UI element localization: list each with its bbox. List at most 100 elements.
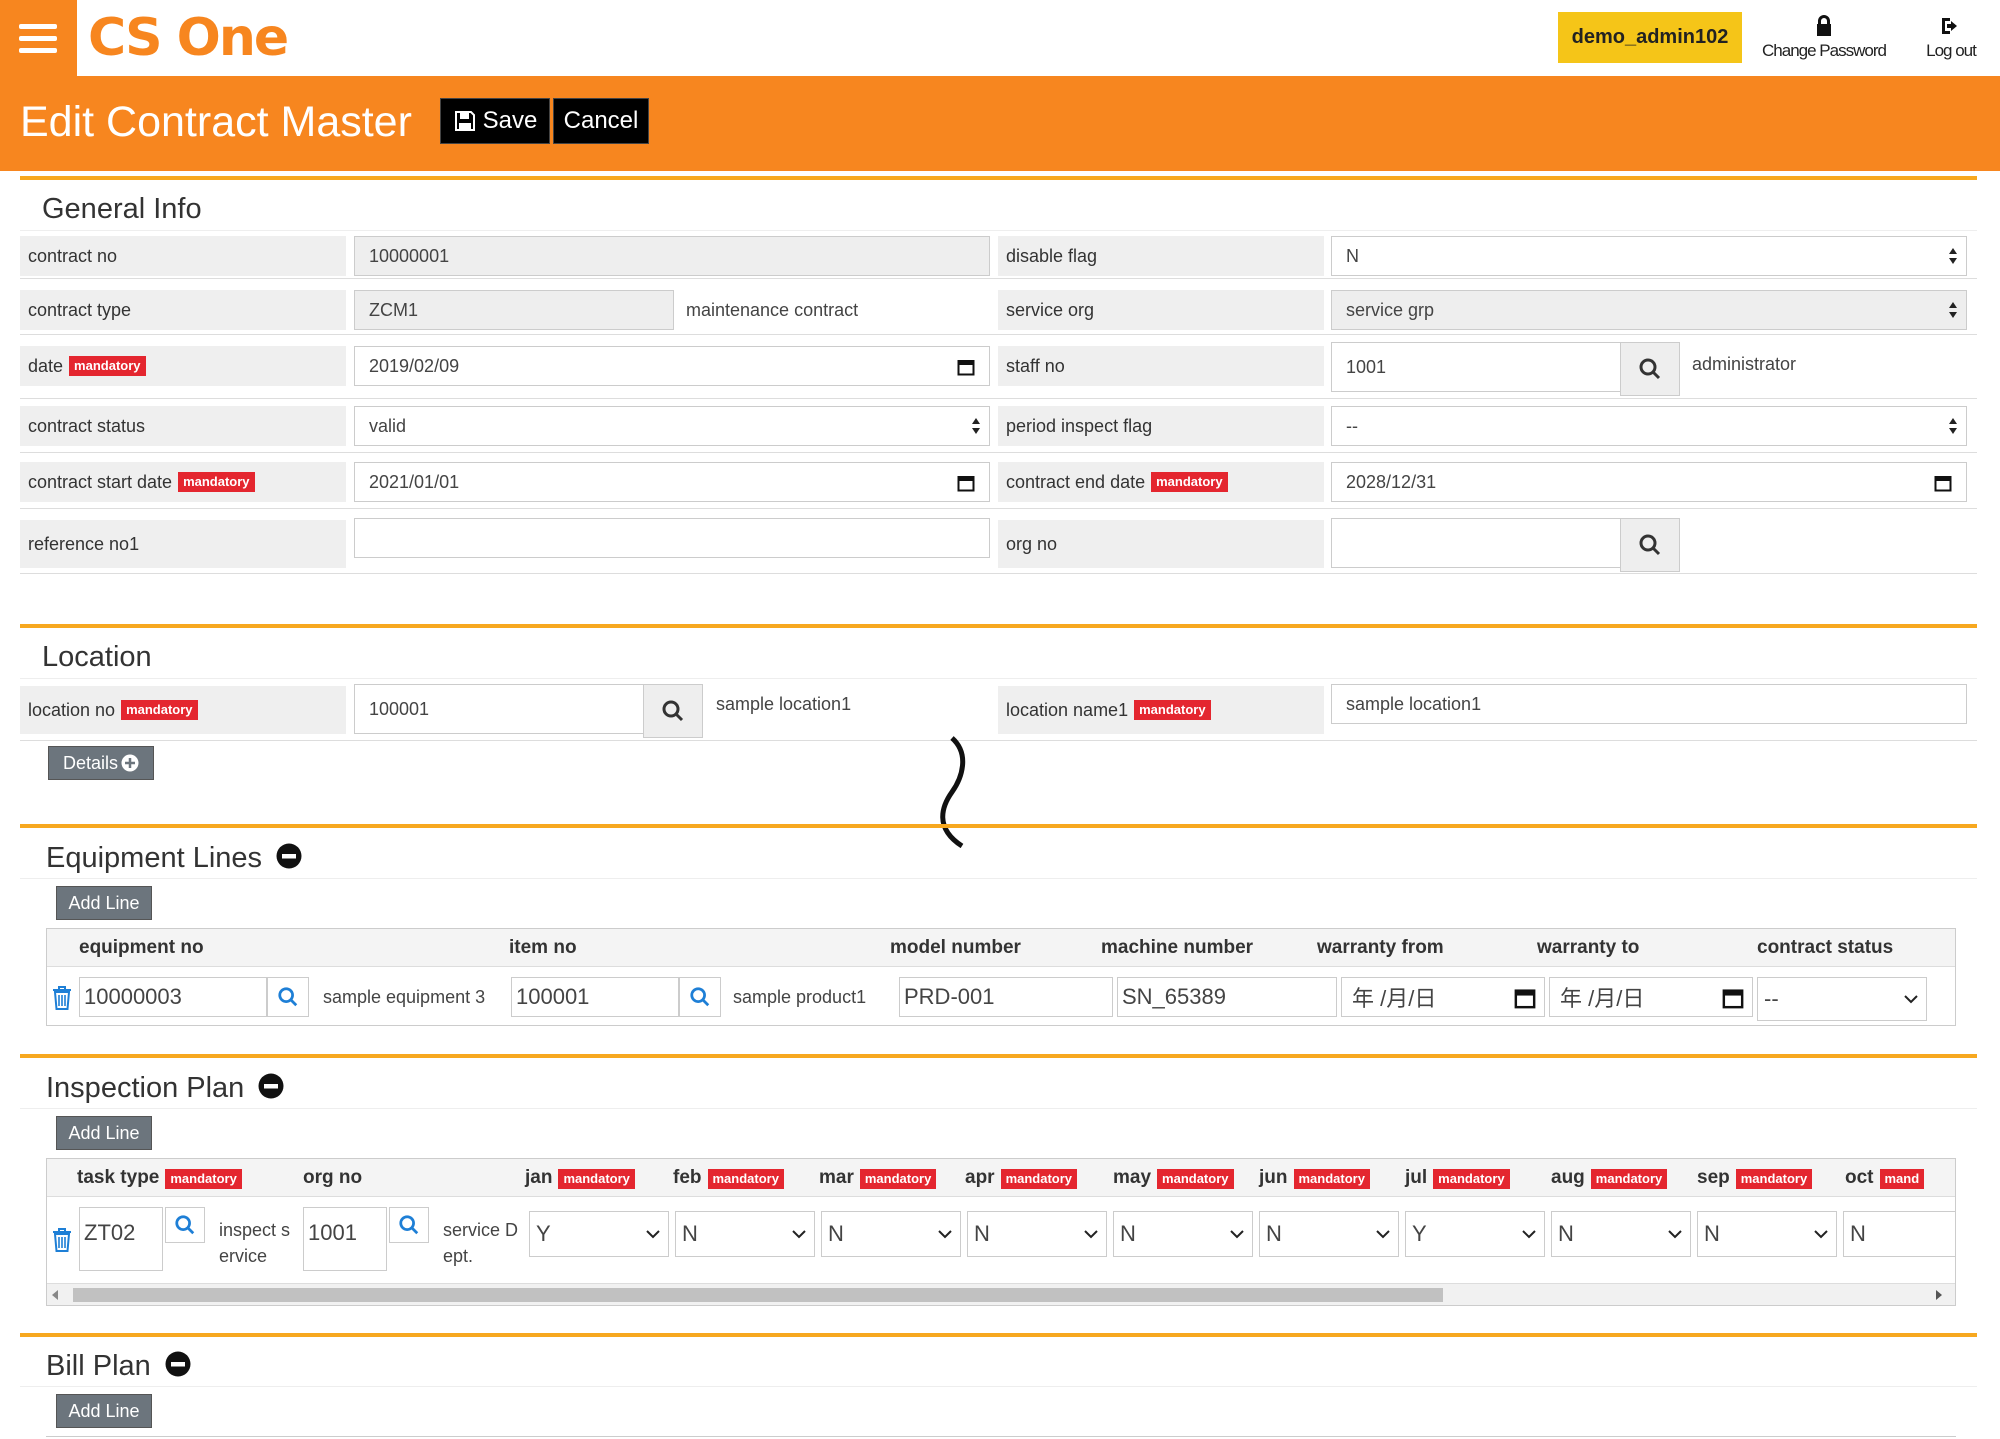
th-model-number: model number xyxy=(890,937,1021,958)
mandatory-tag: mandatory xyxy=(121,700,198,720)
label-contract-end-date-text: contract end date xyxy=(1006,471,1146,492)
staff-no-field[interactable]: 1001 xyxy=(1331,342,1621,392)
bill-table-top xyxy=(46,1436,1956,1437)
section-underline xyxy=(20,878,1977,879)
service-org-select[interactable]: service grp xyxy=(1331,290,1967,330)
change-password-button[interactable]: Change Password xyxy=(1762,14,1887,61)
logout-button[interactable]: Log out xyxy=(1916,14,1986,61)
th-equipment-no: equipment no xyxy=(79,937,204,958)
inspection-org-search-button[interactable] xyxy=(389,1207,429,1243)
section-title-bill: Bill Plan xyxy=(46,1350,191,1383)
location-no-field[interactable]: 100001 xyxy=(354,684,644,734)
equipment-add-line-button[interactable]: Add Line xyxy=(56,886,152,920)
th-may: may mandatory xyxy=(1113,1167,1234,1189)
section-divider xyxy=(20,1333,1977,1337)
menu-icon[interactable] xyxy=(0,0,77,76)
equipment-no-input[interactable]: 10000003 xyxy=(79,977,267,1017)
trash-icon[interactable] xyxy=(51,985,73,1011)
save-button[interactable]: Save xyxy=(440,98,550,144)
collapse-icon[interactable] xyxy=(258,1073,284,1099)
calendar-icon[interactable] xyxy=(1722,987,1744,1009)
date-field[interactable]: 2019/02/09 xyxy=(354,346,990,386)
cancel-button[interactable]: Cancel xyxy=(553,98,649,144)
contract-type-field[interactable]: ZCM1 xyxy=(354,290,674,330)
month-select-jun[interactable]: N xyxy=(1259,1211,1399,1257)
updown-caret-icon xyxy=(1949,418,1957,434)
period-inspect-flag-select[interactable]: -- xyxy=(1331,406,1967,446)
contract-status-value: valid xyxy=(369,415,407,436)
scroll-right-icon[interactable] xyxy=(1935,1290,1943,1300)
calendar-icon[interactable] xyxy=(957,358,975,376)
warranty-to-input[interactable]: 年 /月/日 xyxy=(1549,977,1753,1017)
scrollbar-thumb[interactable] xyxy=(73,1288,1443,1302)
org-no-field[interactable] xyxy=(1331,518,1621,568)
staff-search-button[interactable] xyxy=(1620,342,1680,396)
label-contract-start-date-text: contract start date xyxy=(28,471,173,492)
month-select-feb[interactable]: N xyxy=(675,1211,815,1257)
calendar-icon[interactable] xyxy=(1514,987,1536,1009)
section-divider xyxy=(20,824,1977,828)
details-label: Details xyxy=(62,752,119,773)
location-search-button[interactable] xyxy=(643,684,703,738)
user-badge[interactable]: demo_admin102 xyxy=(1558,12,1742,63)
org-search-button[interactable] xyxy=(1620,518,1680,572)
task-desc-line1: inspect s xyxy=(219,1220,291,1240)
updown-caret-icon xyxy=(1949,248,1957,264)
break-mark-icon xyxy=(940,736,966,848)
section-underline xyxy=(20,230,1977,231)
equipment-search-button[interactable] xyxy=(267,977,309,1017)
section-title-inspection: Inspection Plan xyxy=(46,1072,284,1105)
collapse-icon[interactable] xyxy=(276,843,302,869)
month-select-sep[interactable]: N xyxy=(1697,1211,1837,1257)
horizontal-scrollbar[interactable] xyxy=(47,1283,1955,1305)
mandatory-tag: mandatory xyxy=(859,1169,937,1189)
month-select-apr[interactable]: N xyxy=(967,1211,1107,1257)
mandatory-tag: mandatory xyxy=(707,1169,784,1189)
warranty-from-input[interactable]: 年 /月/日 xyxy=(1341,977,1545,1017)
month-select-mar[interactable]: N xyxy=(821,1211,961,1257)
calendar-icon[interactable] xyxy=(957,474,975,492)
disable-flag-select[interactable]: N xyxy=(1331,236,1967,276)
month-select-jan[interactable]: Y xyxy=(529,1211,669,1257)
item-no-input[interactable]: 100001 xyxy=(511,977,679,1017)
contract-end-date-field[interactable]: 2028/12/31 xyxy=(1331,462,1967,502)
logout-label: Log out xyxy=(1926,41,1977,60)
section-divider xyxy=(20,176,1977,180)
floppy-icon xyxy=(454,111,475,131)
label-contract-start-date: contract start date mandatory xyxy=(20,462,346,502)
equipment-contract-status-select[interactable]: -- xyxy=(1757,977,1927,1021)
details-button[interactable]: Details xyxy=(48,746,154,780)
month-select-aug[interactable]: N xyxy=(1551,1211,1691,1257)
inspection-add-line-button[interactable]: Add Line xyxy=(56,1116,152,1150)
inspection-org-no-input[interactable]: 1001 xyxy=(303,1207,387,1271)
trash-icon[interactable] xyxy=(51,1227,73,1253)
inspection-table: task type mandatory org no jan mandatory f… xyxy=(46,1158,1956,1306)
task-desc-line2: ervice xyxy=(219,1246,268,1266)
row-divider xyxy=(20,740,1977,741)
task-type-input[interactable]: ZT02 xyxy=(79,1207,163,1271)
location-name1-field[interactable]: sample location1 xyxy=(1331,684,1967,724)
disable-flag-value: N xyxy=(1346,245,1359,266)
task-type-search-button[interactable] xyxy=(165,1207,205,1243)
search-icon xyxy=(1639,358,1661,380)
search-icon xyxy=(1639,534,1661,556)
month-select-may[interactable]: N xyxy=(1113,1211,1253,1257)
reference-no1-field[interactable] xyxy=(354,518,990,558)
calendar-icon[interactable] xyxy=(1934,474,1952,492)
contract-no-field[interactable]: 10000001 xyxy=(354,236,990,276)
month-value: N xyxy=(682,1221,698,1246)
machine-number-input[interactable]: SN_65389 xyxy=(1117,977,1337,1017)
month-select-oct[interactable]: N xyxy=(1843,1211,1955,1257)
scroll-left-icon[interactable] xyxy=(51,1290,59,1300)
bill-add-line-button[interactable]: Add Line xyxy=(56,1394,152,1428)
section-underline xyxy=(20,1108,1977,1109)
item-search-button[interactable] xyxy=(679,977,721,1017)
collapse-icon[interactable] xyxy=(165,1351,191,1377)
model-number-input[interactable]: PRD-001 xyxy=(899,977,1113,1017)
th-task-type-text: task type xyxy=(77,1167,160,1188)
section-title-location: Location xyxy=(42,641,152,673)
contract-start-date-field[interactable]: 2021/01/01 xyxy=(354,462,990,502)
contract-status-select[interactable]: valid xyxy=(354,406,990,446)
month-value: Y xyxy=(536,1221,551,1246)
month-select-jul[interactable]: Y xyxy=(1405,1211,1545,1257)
